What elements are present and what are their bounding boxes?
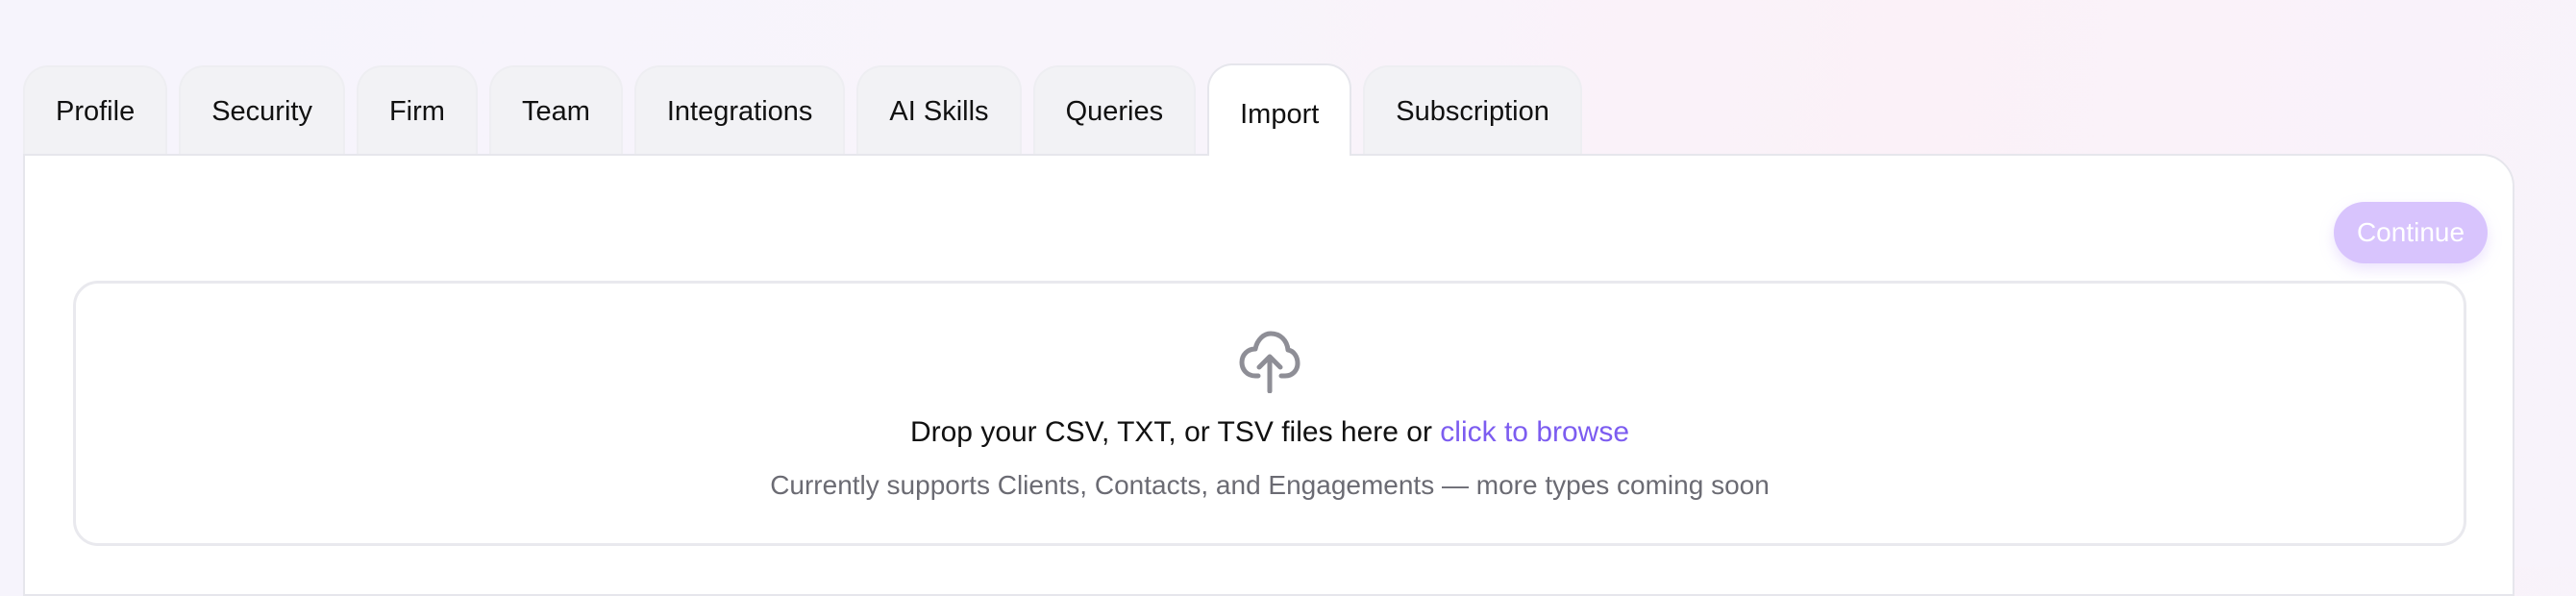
- tab-ai-skills[interactable]: AI Skills: [856, 65, 1022, 156]
- tab-subscription[interactable]: Subscription: [1363, 65, 1582, 156]
- dropzone-prompt: Drop your CSV, TXT, or TSV files here or…: [76, 416, 2464, 449]
- tab-team[interactable]: Team: [488, 65, 623, 156]
- tab-firm[interactable]: Firm: [356, 65, 478, 156]
- import-panel: Continue Drop your CSV, TXT, or TSV file…: [23, 154, 2514, 596]
- tab-profile[interactable]: Profile: [23, 65, 168, 156]
- continue-button[interactable]: Continue: [2334, 202, 2488, 263]
- settings-tabs: Profile Security Firm Team Integrations …: [23, 63, 1594, 156]
- dropzone-prompt-text: Drop your CSV, TXT, or TSV files here or: [909, 416, 1441, 448]
- supported-types-text: Currently supports Clients, Contacts, an…: [770, 470, 1770, 500]
- tab-integrations[interactable]: Integrations: [633, 65, 846, 156]
- tab-import[interactable]: Import: [1207, 63, 1352, 156]
- tab-queries[interactable]: Queries: [1032, 65, 1197, 156]
- cloud-upload-icon: [1239, 331, 1300, 393]
- browse-link[interactable]: click to browse: [1440, 416, 1629, 448]
- tab-security[interactable]: Security: [179, 65, 345, 156]
- file-dropzone[interactable]: Drop your CSV, TXT, or TSV files here or…: [73, 281, 2466, 546]
